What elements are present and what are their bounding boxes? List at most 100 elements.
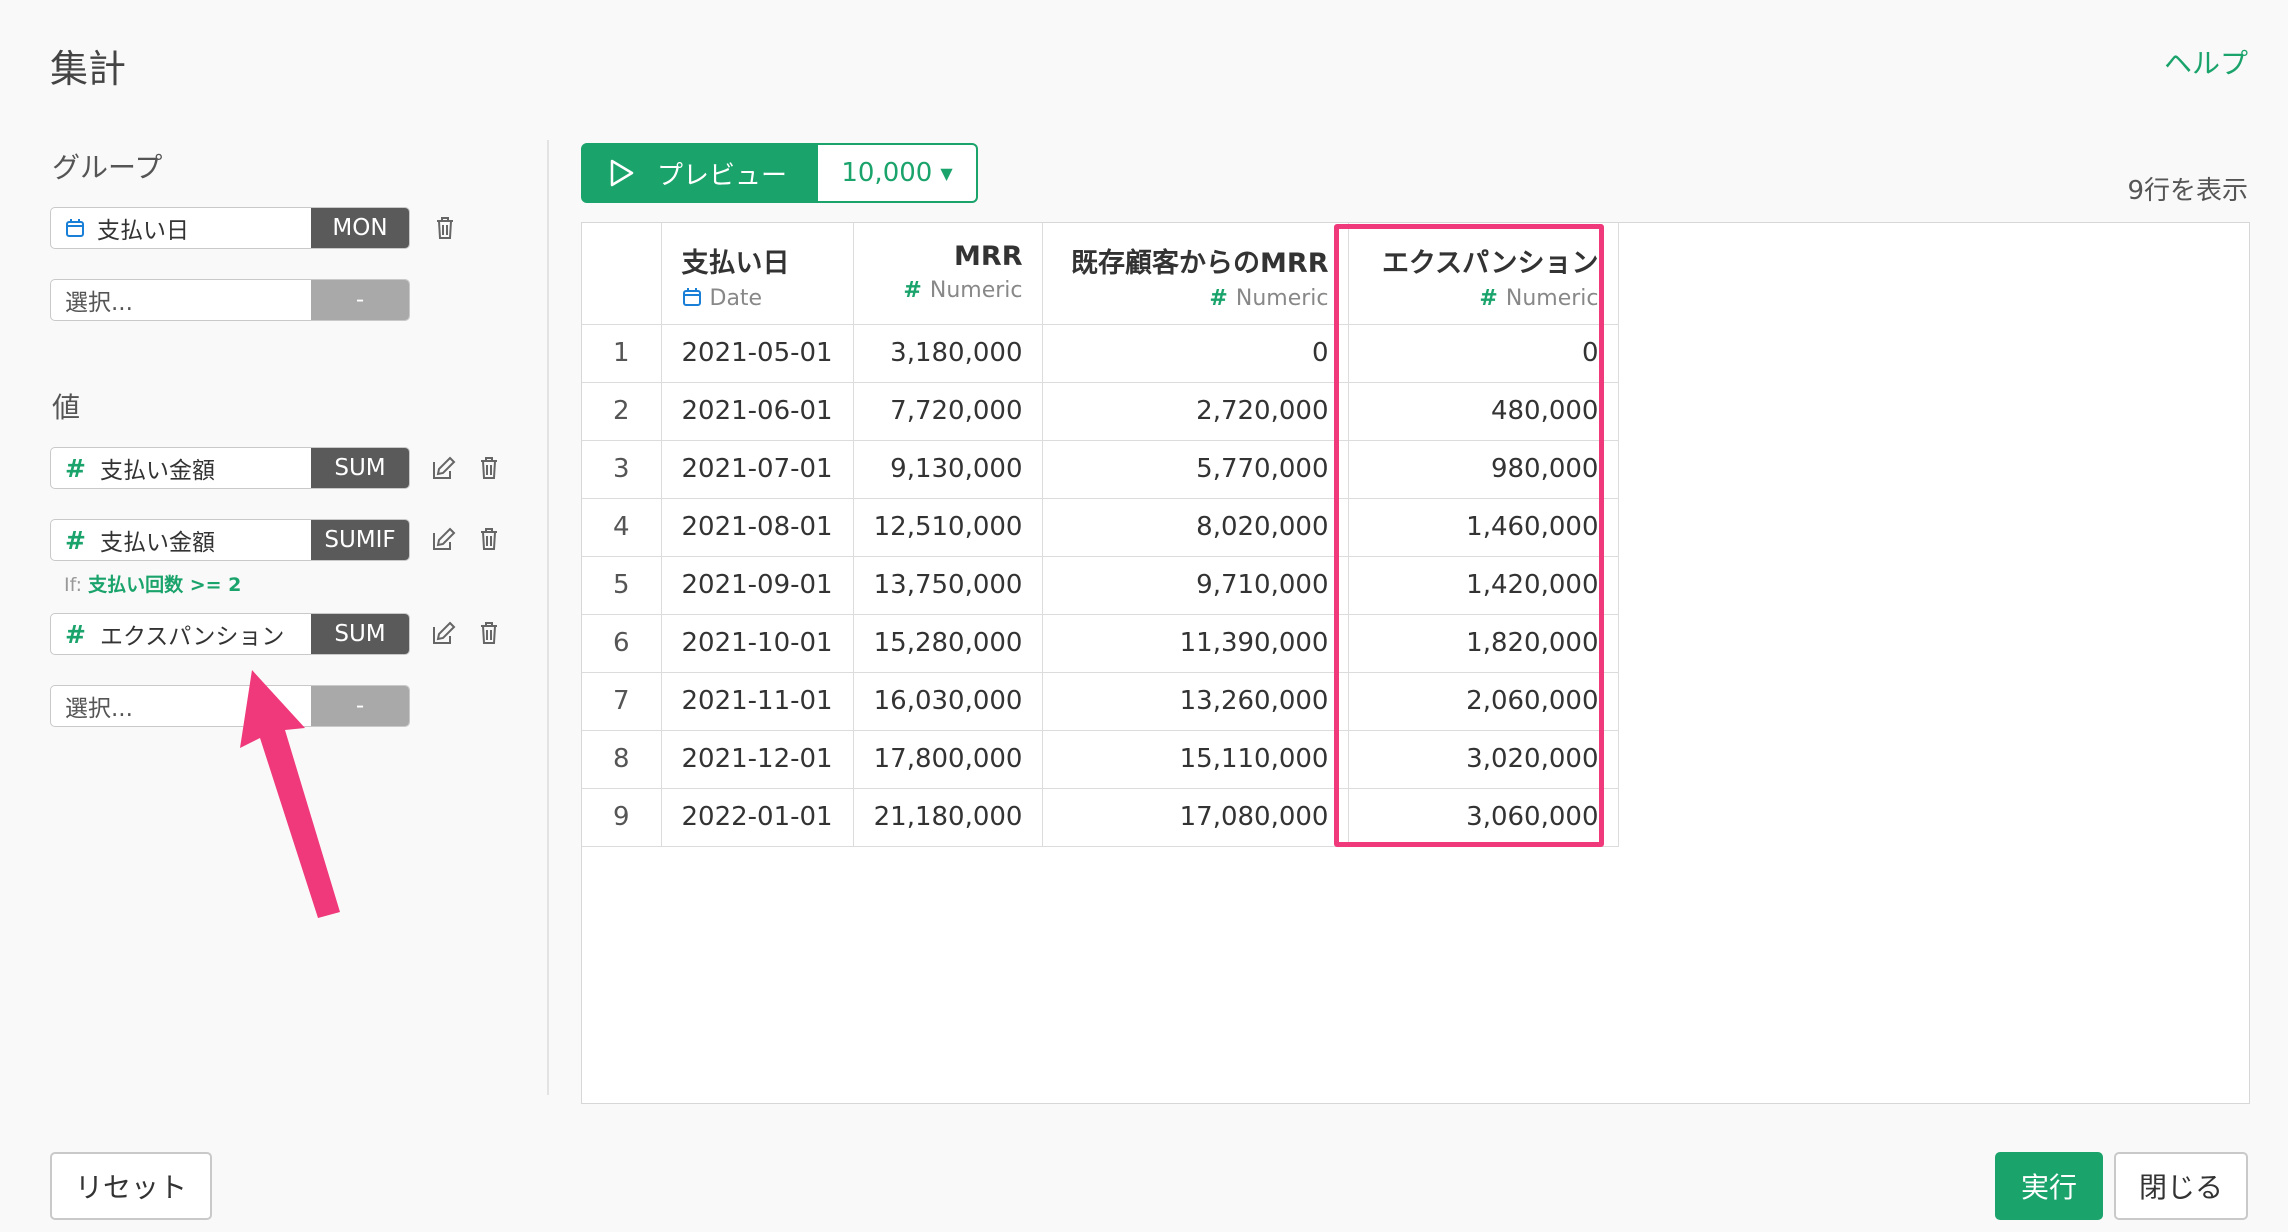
row-count-label: 9行を表示: [2127, 176, 2248, 206]
row-index-header: [582, 223, 662, 325]
table-cell: 2021-10-01: [660, 613, 854, 673]
table-cell: 2021-08-01: [660, 497, 854, 557]
table-row: 8 2021-12-01 17,800,000 15,110,000 3,020,000: [582, 729, 1620, 789]
column-type: Numeric: [1505, 286, 1599, 311]
delete-group-field-button[interactable]: [429, 212, 461, 244]
row-index: 7: [582, 671, 662, 731]
sumif-condition: If: 支払い回数 >= 2: [64, 570, 241, 597]
edit-value-field-button[interactable]: [428, 617, 460, 649]
table-row: 4 2021-08-01 12,510,000 8,020,000 1,460,000: [582, 497, 1620, 557]
row-index: 4: [582, 497, 662, 557]
table-row: 2 2021-06-01 7,720,000 2,720,000 480,000: [582, 381, 1620, 441]
table-cell: 480,000: [1348, 381, 1620, 441]
trash-icon: [481, 457, 497, 479]
caret-down-icon: ▼: [940, 163, 953, 183]
table-cell: 2021-05-01: [660, 323, 854, 383]
condition-value: 支払い回数 >= 2: [88, 574, 242, 596]
table-cell: 3,020,000: [1348, 729, 1620, 789]
table-cell: 2021-12-01: [660, 729, 854, 789]
preview-table: 支払い日 Date MRR # Numeric 既存顧客からのMRR # Num…: [581, 222, 2250, 1104]
table-cell: 11,390,000: [1042, 613, 1350, 673]
numeric-icon: #: [65, 525, 86, 555]
trash-icon: [481, 622, 497, 644]
value-field-placeholder: 選択...: [65, 696, 133, 722]
value-agg-select[interactable]: SUM: [311, 614, 409, 654]
table-cell: 2021-11-01: [660, 671, 854, 731]
column-name: 支払い日: [681, 248, 790, 279]
value-field-name: 支払い金額: [99, 530, 215, 556]
row-limit-value: 10,000: [841, 158, 933, 188]
table-cell: 2,060,000: [1348, 671, 1620, 731]
group-field-name: 支払い日: [97, 218, 189, 244]
value-field-name: 支払い金額: [99, 458, 215, 484]
table-cell: 2,720,000: [1042, 381, 1350, 441]
row-index: 1: [582, 323, 662, 383]
edit-icon: [433, 456, 456, 479]
row-index: 8: [582, 729, 662, 789]
delete-value-field-button[interactable]: [473, 523, 505, 555]
edit-value-field-button[interactable]: [428, 452, 460, 484]
value-field-3[interactable]: # エクスパンション SUM: [50, 613, 410, 655]
trash-icon: [481, 528, 497, 550]
panel-divider: [547, 140, 549, 1095]
table-cell: 980,000: [1348, 439, 1620, 499]
column-name: エクスパンション: [1381, 248, 1599, 279]
numeric-icon: #: [65, 453, 86, 483]
numeric-icon: #: [65, 619, 86, 649]
table-cell: 21,180,000: [852, 787, 1044, 847]
table-cell: 16,030,000: [852, 671, 1044, 731]
row-index: 5: [582, 555, 662, 615]
table-cell: 17,800,000: [852, 729, 1044, 789]
help-link[interactable]: ヘルプ: [2164, 42, 2248, 82]
column-name: MRR: [954, 241, 1023, 272]
reset-button[interactable]: リセット: [50, 1152, 212, 1220]
value-field-1[interactable]: # 支払い金額 SUM: [50, 447, 410, 489]
column-header[interactable]: 既存顧客からのMRR # Numeric: [1042, 223, 1350, 325]
column-type: Date: [709, 286, 763, 311]
table-cell: 2022-01-01: [660, 787, 854, 847]
table-cell: 13,750,000: [852, 555, 1044, 615]
group-field-select[interactable]: 選択... -: [50, 279, 410, 321]
group-agg-select[interactable]: MON: [311, 208, 409, 248]
close-button[interactable]: 閉じる: [2114, 1152, 2248, 1220]
preview-button[interactable]: プレビュー: [581, 143, 818, 203]
delete-value-field-button[interactable]: [473, 617, 505, 649]
table-cell: 1,420,000: [1348, 555, 1620, 615]
edit-icon: [433, 621, 456, 644]
table-row: 6 2021-10-01 15,280,000 11,390,000 1,820,000: [582, 613, 1620, 673]
table-cell: 8,020,000: [1042, 497, 1350, 557]
table-cell: 12,510,000: [852, 497, 1044, 557]
group-field-1[interactable]: 支払い日 MON: [50, 207, 410, 249]
column-header[interactable]: 支払い日 Date: [660, 223, 854, 325]
play-icon: [610, 159, 634, 187]
column-header[interactable]: エクスパンション # Numeric: [1348, 223, 1620, 325]
run-button[interactable]: 実行: [1995, 1152, 2103, 1220]
condition-prefix: If:: [64, 574, 83, 596]
numeric-icon: #: [1479, 286, 1498, 311]
value-agg-select[interactable]: SUM: [311, 448, 409, 488]
table-cell: 1,460,000: [1348, 497, 1620, 557]
edit-icon: [433, 527, 456, 550]
trash-icon: [437, 217, 453, 239]
table-cell: 15,110,000: [1042, 729, 1350, 789]
edit-value-field-button[interactable]: [428, 523, 460, 555]
numeric-icon: #: [1209, 286, 1228, 311]
row-index: 6: [582, 613, 662, 673]
value-field-2[interactable]: # 支払い金額 SUMIF: [50, 519, 410, 561]
delete-value-field-button[interactable]: [473, 452, 505, 484]
table-cell: 9,710,000: [1042, 555, 1350, 615]
group-field-placeholder: 選択...: [65, 290, 133, 316]
group-section-label: グループ: [52, 151, 163, 184]
table-cell: 0: [1042, 323, 1350, 383]
preview-label: プレビュー: [657, 160, 788, 191]
column-header[interactable]: MRR # Numeric: [852, 223, 1044, 325]
column-type: Numeric: [929, 278, 1023, 303]
values-section-label: 値: [52, 391, 81, 424]
table-row: 7 2021-11-01 16,030,000 13,260,000 2,060,000: [582, 671, 1620, 731]
row-limit-select[interactable]: 10,000 ▼: [818, 143, 978, 203]
calendar-icon: [682, 288, 701, 306]
table-row: 3 2021-07-01 9,130,000 5,770,000 980,000: [582, 439, 1620, 499]
value-field-select[interactable]: 選択... -: [50, 685, 410, 727]
value-agg-select[interactable]: SUMIF: [311, 520, 409, 560]
row-index: 2: [582, 381, 662, 441]
